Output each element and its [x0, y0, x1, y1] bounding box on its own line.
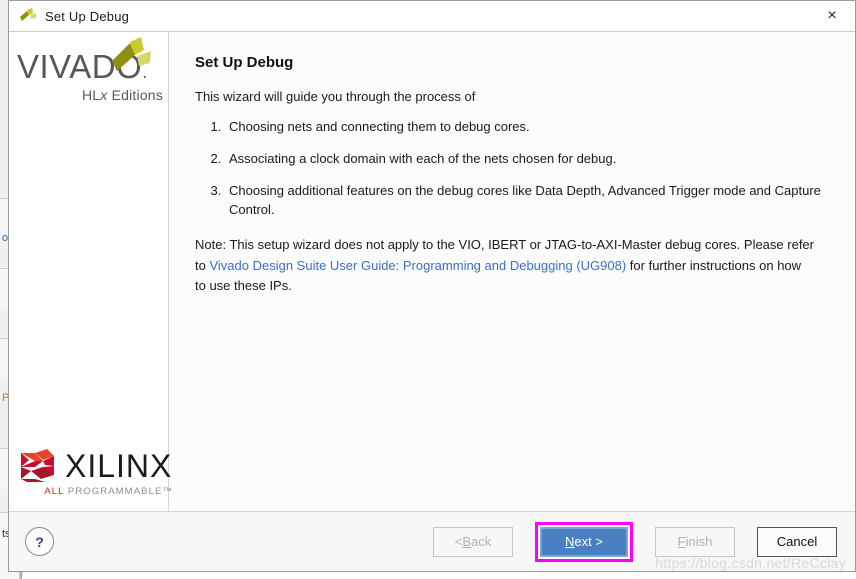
back-button-mnemonic: B — [462, 534, 472, 549]
steps-list: Choosing nets and connecting them to deb… — [195, 118, 827, 219]
list-item: Associating a clock domain with each of … — [225, 150, 827, 169]
wizard-content: Set Up Debug This wizard will guide you … — [169, 32, 855, 511]
vivado-subtitle-pre: HL — [82, 87, 101, 103]
cancel-button[interactable]: Cancel — [757, 526, 837, 557]
intro-text: This wizard will guide you through the p… — [195, 89, 476, 104]
dialog-titlebar: Set Up Debug × — [9, 1, 855, 32]
ug908-link[interactable]: Vivado Design Suite User Guide: Programm… — [209, 258, 626, 273]
xilinx-tagline: ALL PROGRAMMABLE™ — [21, 486, 173, 497]
list-item: Choosing additional features on the debu… — [225, 182, 827, 220]
back-button[interactable]: < Back — [433, 526, 513, 557]
list-item: Choosing nets and connecting them to deb… — [225, 118, 827, 137]
xilinx-tagline-tm: ™ — [162, 486, 173, 497]
vivado-subtitle-post: Editions — [107, 87, 163, 103]
vivado-icon — [19, 8, 37, 24]
set-up-debug-dialog: Set Up Debug × VIVADO. HLx Editions XILI… — [8, 0, 856, 572]
branding-sidebar: VIVADO. HLx Editions XILINX ALL PROGRAMM… — [9, 32, 172, 511]
vivado-subtitle-italic: x — [100, 87, 108, 103]
close-icon[interactable]: × — [809, 1, 855, 31]
vivado-subtitle: HLx Editions — [17, 87, 163, 103]
dialog-title: Set Up Debug — [45, 8, 130, 24]
finish-button-rest: inish — [685, 534, 713, 549]
note-paragraph: Note: This setup wizard does not apply t… — [195, 235, 815, 295]
xilinx-logo-row: XILINX — [21, 449, 173, 483]
dialog-body: VIVADO. HLx Editions XILINX ALL PROGRAMM… — [9, 32, 855, 511]
vivado-logo: VIVADO. HLx Editions — [17, 37, 167, 103]
dialog-footer: ? < Back Next > Finish Cancel — [9, 511, 855, 571]
back-button-rest: ack — [471, 534, 492, 549]
xilinx-tagline-rest: PROGRAMMABLE — [64, 486, 163, 497]
help-button[interactable]: ? — [25, 527, 54, 556]
page-title: Set Up Debug — [195, 54, 294, 71]
next-button-rest: ext > — [574, 534, 603, 549]
finish-button-mnemonic: F — [677, 534, 686, 549]
xilinx-tagline-all: ALL — [44, 486, 65, 497]
xilinx-wordmark: XILINX — [65, 448, 173, 484]
back-button-prefix: < — [454, 534, 463, 549]
next-button-mnemonic: N — [565, 534, 575, 549]
next-button-highlight: Next > — [535, 521, 633, 562]
xilinx-logo: XILINX ALL PROGRAMMABLE™ — [21, 449, 173, 497]
next-button[interactable]: Next > — [540, 526, 628, 557]
xilinx-mark-icon — [21, 449, 59, 483]
vivado-wordmark: VIVADO. — [17, 37, 151, 83]
vivado-mark-icon — [108, 37, 152, 77]
finish-button[interactable]: Finish — [655, 526, 735, 557]
